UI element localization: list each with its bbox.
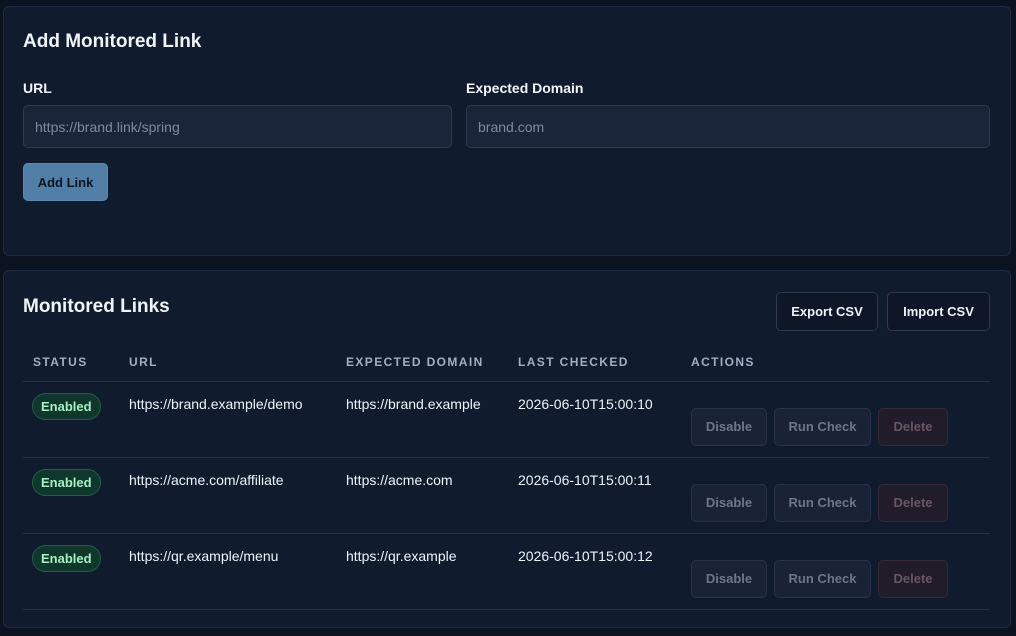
import-csv-button[interactable]: Import CSV xyxy=(887,292,990,331)
status-badge: Enabled xyxy=(32,544,101,572)
add-link-button[interactable]: Add Link xyxy=(23,163,108,201)
delete-button[interactable]: Delete xyxy=(878,559,948,598)
status-badge: Enabled xyxy=(32,392,101,420)
row-last-checked: 2026-06-10T15:00:11 xyxy=(518,457,691,534)
export-csv-button[interactable]: Export CSV xyxy=(776,292,878,331)
run-check-button[interactable]: Run Check xyxy=(774,407,871,446)
column-header-status: STATUS xyxy=(23,343,129,382)
column-header-last-checked: LAST CHECKED xyxy=(518,343,691,382)
url-label: URL xyxy=(23,80,52,96)
table-row: Enabled https://acme.com/affiliate https… xyxy=(23,457,990,534)
column-header-expected-domain: EXPECTED DOMAIN xyxy=(346,343,518,382)
row-url: https://brand.example/demo xyxy=(129,381,346,458)
row-expected-domain: https://brand.example xyxy=(346,381,518,458)
add-link-title: Add Monitored Link xyxy=(23,31,202,52)
url-input[interactable] xyxy=(23,105,452,148)
run-check-button[interactable]: Run Check xyxy=(774,559,871,598)
run-check-button[interactable]: Run Check xyxy=(774,483,871,522)
add-link-card: Add Monitored Link URL Expected Domain A… xyxy=(3,6,1011,256)
table-row: Enabled https://qr.example/menu https://… xyxy=(23,533,990,610)
delete-button[interactable]: Delete xyxy=(878,483,948,522)
row-expected-domain: https://acme.com xyxy=(346,457,518,534)
delete-button[interactable]: Delete xyxy=(878,407,948,446)
column-header-url: URL xyxy=(129,343,346,382)
table-row: Enabled https://brand.example/demo https… xyxy=(23,381,990,458)
status-badge: Enabled xyxy=(32,468,101,496)
row-expected-domain: https://qr.example xyxy=(346,533,518,610)
monitored-links-title: Monitored Links xyxy=(23,296,170,317)
column-header-actions: ACTIONS xyxy=(691,343,990,382)
expected-domain-label: Expected Domain xyxy=(466,80,584,96)
row-last-checked: 2026-06-10T15:00:12 xyxy=(518,533,691,610)
disable-button[interactable]: Disable xyxy=(691,559,767,598)
disable-button[interactable]: Disable xyxy=(691,407,767,446)
row-last-checked: 2026-06-10T15:00:10 xyxy=(518,381,691,458)
disable-button[interactable]: Disable xyxy=(691,483,767,522)
monitored-links-table: STATUS URL EXPECTED DOMAIN LAST CHECKED … xyxy=(23,343,990,610)
row-url: https://acme.com/affiliate xyxy=(129,457,346,534)
row-url: https://qr.example/menu xyxy=(129,533,346,610)
monitored-links-card: Monitored Links Export CSV Import CSV ST… xyxy=(3,270,1011,628)
table-header-row: STATUS URL EXPECTED DOMAIN LAST CHECKED … xyxy=(23,343,990,382)
expected-domain-input[interactable] xyxy=(466,105,990,148)
